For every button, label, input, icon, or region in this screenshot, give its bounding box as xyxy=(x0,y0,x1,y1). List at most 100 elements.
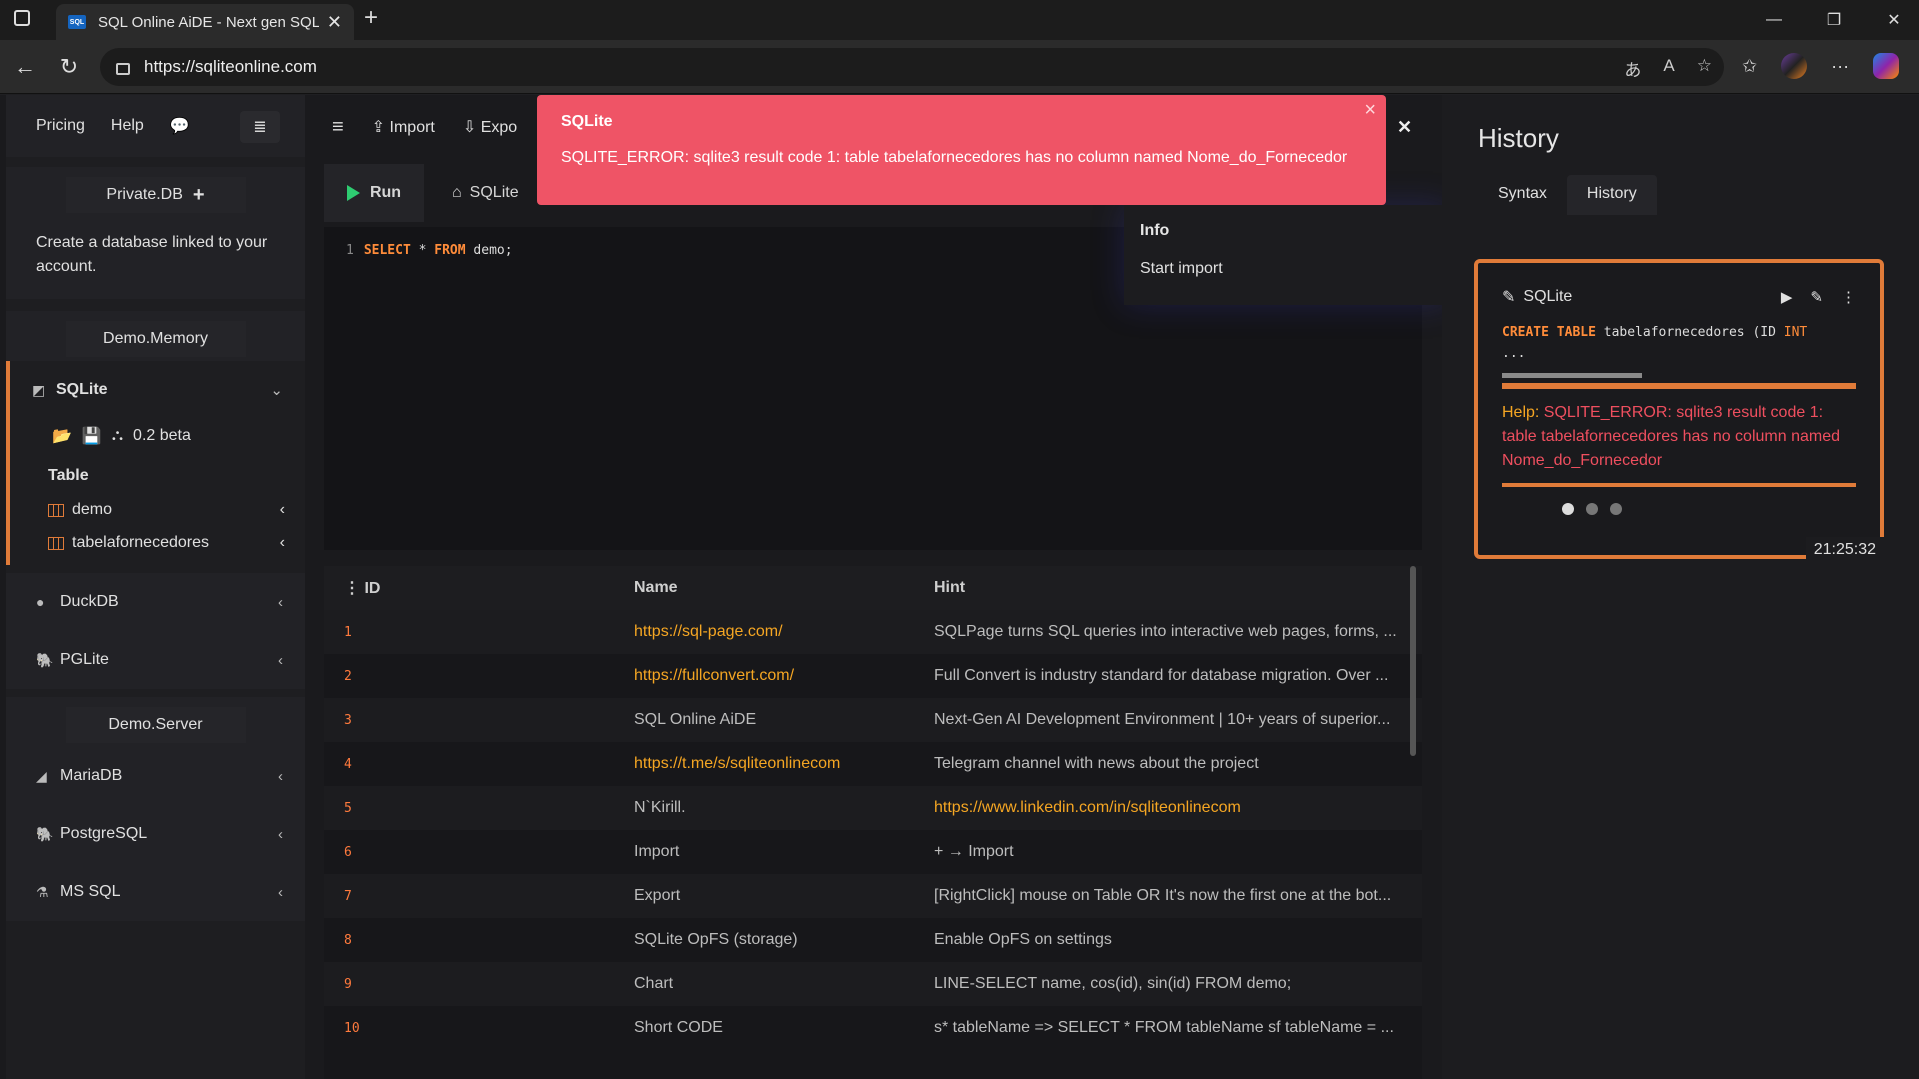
table-row[interactable]: 7 Export [RightClick] mouse on Table OR It… xyxy=(324,874,1422,918)
toast-title: SQLite xyxy=(561,113,613,130)
save-icon[interactable]: 💾 xyxy=(82,426,102,446)
table-item-demo[interactable]: demo ‹ xyxy=(10,493,305,527)
schema-icon[interactable]: ⛬ xyxy=(112,427,123,445)
add-icon[interactable]: + xyxy=(193,184,205,207)
copilot-icon[interactable] xyxy=(1873,53,1900,79)
restore-icon[interactable]: ❐ xyxy=(1809,0,1859,40)
scrollbar[interactable] xyxy=(1410,566,1416,756)
tab-syntax[interactable]: Syntax xyxy=(1478,175,1567,215)
row-id: 8 xyxy=(344,932,352,948)
kebab-icon[interactable]: ⋮ xyxy=(344,580,364,597)
dot[interactable] xyxy=(1562,503,1574,515)
duckdb-icon: ● xyxy=(36,594,45,610)
chevron-left-icon[interactable]: ‹ xyxy=(280,501,285,519)
chevron-left-icon[interactable]: ‹ xyxy=(278,594,283,611)
demo-memory-section: Demo.Memory xyxy=(6,311,305,361)
chevron-left-icon[interactable]: ‹ xyxy=(278,768,283,785)
table-row[interactable]: 6 Import + → Import xyxy=(324,830,1422,874)
upload-icon: ⇪ xyxy=(371,119,390,136)
code-keyword: SELECT xyxy=(363,243,411,258)
table-item-tabelafornecedores[interactable]: tabelafornecedores ‹ xyxy=(10,527,305,565)
row-name[interactable]: https://fullconvert.com/ xyxy=(624,667,924,685)
sidebar-item-duckdb[interactable]: ● DuckDB ‹ xyxy=(6,573,305,631)
refresh-icon[interactable]: ↻ xyxy=(52,50,86,84)
sqlite-icon: ◩ xyxy=(32,381,46,398)
read-aloud-icon[interactable]: A xyxy=(1663,56,1674,81)
private-db-title[interactable]: Private.DB + xyxy=(65,177,246,213)
address-bar[interactable]: https://sqliteonline.com あ A ☆ xyxy=(100,48,1724,86)
close-window-icon[interactable]: ✕ xyxy=(1869,0,1919,40)
more-icon[interactable]: ··· xyxy=(1831,56,1849,77)
dot[interactable] xyxy=(1586,503,1598,515)
postgresql-label: PostgreSQL xyxy=(60,825,148,842)
table-row[interactable]: 3 SQL Online AiDE Next-Gen AI Development … xyxy=(324,698,1422,742)
play-icon[interactable]: ▶ xyxy=(1781,288,1793,306)
pglite-label: PGLite xyxy=(60,651,109,668)
sidebar-item-sqlite[interactable]: ◩ SQLite ⌄ xyxy=(10,361,305,419)
import-button[interactable]: ⇪ Import xyxy=(372,117,435,137)
table-row[interactable]: 5 N`Kirill. https://www.linkedin.com/in/sq… xyxy=(324,786,1422,830)
table-icon xyxy=(48,503,64,517)
sidebar-item-pglite[interactable]: 🐘 PGLite ‹ xyxy=(6,631,305,689)
edit-icon[interactable]: ✎ xyxy=(1810,288,1823,306)
table-row[interactable]: 10 Short CODE s* tableName => SELECT * FRO… xyxy=(324,1006,1422,1050)
kebab-icon[interactable]: ⋮ xyxy=(1841,288,1856,306)
export-button[interactable]: ⇩ Expo xyxy=(463,117,517,137)
profile-avatar[interactable] xyxy=(1781,53,1808,79)
history-tabs: Syntax History xyxy=(1442,175,1919,215)
mssql-label: MS SQL xyxy=(60,883,121,900)
dot[interactable] xyxy=(1610,503,1622,515)
chevron-left-icon[interactable]: ‹ xyxy=(278,884,283,901)
import-label: Import xyxy=(389,119,435,136)
elephant-icon: 🐘 xyxy=(36,825,54,842)
close-toast-icon[interactable]: × xyxy=(1364,99,1376,122)
help-link[interactable]: Help xyxy=(111,117,144,135)
chevron-down-icon[interactable]: ⌄ xyxy=(270,381,283,399)
close-panel-icon[interactable]: ✕ xyxy=(1397,117,1412,138)
col-id[interactable]: ⋮ ID xyxy=(324,578,624,598)
start-import-item[interactable]: Start import xyxy=(1140,249,1432,289)
sidebar-item-mssql[interactable]: ⚗ MS SQL ‹ xyxy=(6,863,305,921)
tab-history[interactable]: History xyxy=(1566,175,1657,215)
row-name[interactable]: https://sql-page.com/ xyxy=(624,623,924,641)
table-row[interactable]: 2 https://fullconvert.com/Full Convert is… xyxy=(324,654,1422,698)
chevron-left-icon[interactable]: ‹ xyxy=(278,652,283,669)
editor-tab-sqlite[interactable]: ⌂ SQLite xyxy=(452,184,519,202)
back-icon[interactable]: ← xyxy=(8,50,42,84)
browser-tab[interactable]: SQL SQL Online AiDE - Next gen SQL I ✕ xyxy=(56,4,354,40)
elephant-icon: 🐘 xyxy=(36,651,54,668)
private-db-section: Private.DB + Create a database linked to… xyxy=(6,167,305,299)
row-name: Chart xyxy=(634,975,674,992)
new-tab-button[interactable]: + xyxy=(364,4,378,32)
database-icon[interactable]: ≣ xyxy=(240,111,280,143)
favorites-icon[interactable]: ✩ xyxy=(1742,56,1757,77)
table-row[interactable]: 9 Chart LINE-SELECT name, cos(id), sin(id)… xyxy=(324,962,1422,1006)
table-row[interactable]: 1 https://sql-page.com/SQLPage turns SQL … xyxy=(324,610,1422,654)
row-name[interactable]: https://t.me/s/sqliteonlinecom xyxy=(624,755,924,773)
run-label: Run xyxy=(369,184,402,201)
tab-actions-icon[interactable] xyxy=(14,10,30,26)
sidebar-item-mariadb[interactable]: ◢ MariaDB ‹ xyxy=(6,747,305,805)
menu-heading: Info xyxy=(1140,222,1170,239)
chat-icon[interactable]: 💬 xyxy=(170,116,190,136)
favorite-star-icon[interactable]: ☆ xyxy=(1697,56,1712,81)
chevron-left-icon[interactable]: ‹ xyxy=(278,826,283,843)
demo-server-section: Demo.Server xyxy=(6,697,305,747)
sidebar-item-postgresql[interactable]: 🐘 PostgreSQL ‹ xyxy=(6,805,305,863)
col-hint[interactable]: Hint xyxy=(924,579,1422,597)
folder-open-icon[interactable]: 📂 xyxy=(52,426,72,446)
menu-icon[interactable]: ≡ xyxy=(332,116,344,139)
translate-icon[interactable]: あ xyxy=(1624,56,1641,81)
table-row[interactable]: 4 https://t.me/s/sqliteonlinecom Telegram … xyxy=(324,742,1422,786)
chevron-left-icon[interactable]: ‹ xyxy=(280,534,285,552)
close-tab-icon[interactable]: ✕ xyxy=(327,12,342,33)
pricing-link[interactable]: Pricing xyxy=(36,117,85,135)
code-text: * xyxy=(410,243,435,258)
table-row[interactable]: 8 SQLite OpFS (storage) Enable OpFS on set… xyxy=(324,918,1422,962)
row-hint[interactable]: https://www.linkedin.com/in/sqliteonline… xyxy=(924,799,1422,817)
col-name[interactable]: Name xyxy=(624,579,924,597)
toast-message: SQLITE_ERROR: sqlite3 result code 1: tab… xyxy=(561,149,1348,166)
row-id: 1 xyxy=(344,624,352,640)
run-button[interactable]: Run xyxy=(324,164,424,222)
minimize-icon[interactable]: — xyxy=(1749,0,1799,40)
